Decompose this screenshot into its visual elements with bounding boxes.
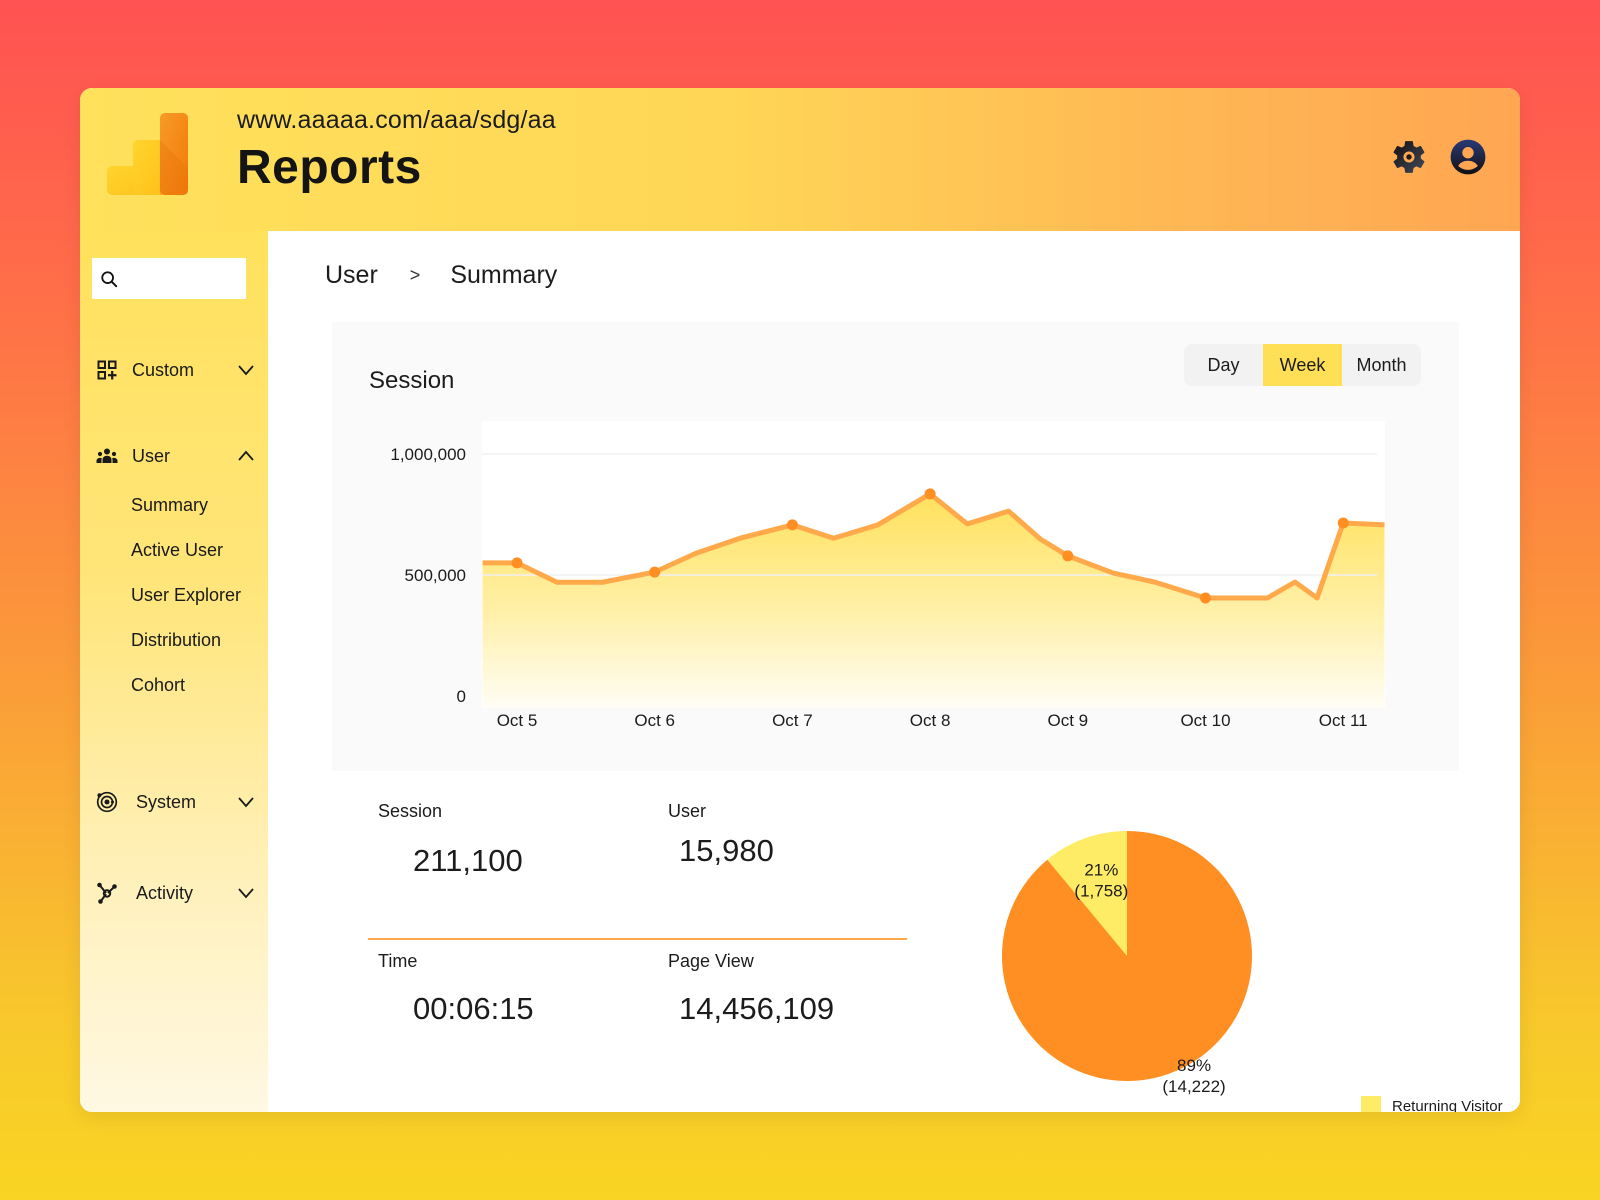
chevron-down-icon[interactable] xyxy=(236,792,256,812)
sidebar-item-label: Activity xyxy=(136,882,194,903)
page-url: www.aaaaa.com/aaa/sdg/aa xyxy=(237,106,556,134)
sidebar-subitem-user-explorer[interactable]: User Explorer xyxy=(131,585,241,606)
chevron-down-icon[interactable] xyxy=(236,360,256,380)
search-input[interactable] xyxy=(124,270,234,287)
reports-window: www.aaaaa.com/aaa/sdg/aa Reports Custom … xyxy=(80,88,1520,1112)
sidebar: Custom User Summary Active User User Exp… xyxy=(80,231,268,1112)
stats-divider xyxy=(368,938,907,940)
chevron-up-icon[interactable] xyxy=(236,446,256,466)
sidebar-subitem-summary[interactable]: Summary xyxy=(131,495,208,516)
sidebar-subitem-cohort[interactable]: Cohort xyxy=(131,675,185,696)
legend-swatch xyxy=(1361,1096,1381,1112)
legend-label: Returning Visitor xyxy=(1392,1097,1503,1113)
data-point xyxy=(1337,517,1349,529)
y-tick-label: 1,000,000 xyxy=(390,445,466,464)
settings-gear-icon[interactable] xyxy=(1390,138,1428,176)
y-tick-label: 500,000 xyxy=(405,566,466,585)
stat-time-value: 00:06:15 xyxy=(413,991,534,1026)
data-point xyxy=(1200,592,1211,604)
pie-value-label: (14,222) xyxy=(1162,1077,1225,1096)
data-point xyxy=(511,557,523,569)
stat-user-value: 15,980 xyxy=(679,833,774,868)
group-icon xyxy=(96,445,118,467)
x-tick-label: Oct 11 xyxy=(1319,711,1368,730)
stat-pageview-value: 14,456,109 xyxy=(679,991,835,1026)
search-icon xyxy=(101,270,118,287)
orbit-target-icon xyxy=(96,791,118,813)
x-tick-label: Oct 10 xyxy=(1180,711,1230,730)
sidebar-item-custom[interactable]: Custom xyxy=(96,355,256,385)
breadcrumb-separator: > xyxy=(409,265,421,285)
pie-slice-new xyxy=(1002,831,1253,1081)
x-tick-label: Oct 6 xyxy=(634,711,675,730)
stat-time-label: Time xyxy=(378,951,418,971)
x-tick-label: Oct 5 xyxy=(497,711,538,730)
pie-percent-label: 21% xyxy=(1084,861,1118,880)
sidebar-item-activity[interactable]: Activity xyxy=(96,878,256,908)
main-content: User > Summary Session Day Week Month 05… xyxy=(268,231,1520,1112)
sidebar-subitem-distribution[interactable]: Distribution xyxy=(131,630,221,651)
stat-pageview-label: Page View xyxy=(668,951,754,971)
stat-session-value: 211,100 xyxy=(413,843,523,878)
network-nodes-icon xyxy=(96,882,118,904)
breadcrumb: User > Summary xyxy=(325,261,557,290)
pie-slice-returning xyxy=(1047,831,1127,956)
pie-value-label: (1,758) xyxy=(1074,882,1128,901)
sidebar-item-system[interactable]: System xyxy=(96,787,256,817)
analytics-logo-icon xyxy=(107,113,188,195)
sidebar-item-label: Custom xyxy=(132,359,195,380)
dashboard-add-icon xyxy=(96,359,118,381)
header-bar: www.aaaaa.com/aaa/sdg/aa Reports xyxy=(80,88,1520,231)
page-title: Reports xyxy=(237,141,422,194)
stat-user-label: User xyxy=(668,801,707,821)
search-box[interactable] xyxy=(92,258,246,299)
stat-session-label: Session xyxy=(378,801,443,821)
account-avatar-icon[interactable] xyxy=(1449,138,1487,176)
session-area-chart: 0 500,000 1,000,000 Oct 5 Oct 6 Oct 7 Oct 8 Oct… xyxy=(390,421,1385,730)
sidebar-item-user[interactable]: User xyxy=(96,441,256,471)
data-point xyxy=(924,488,936,500)
sidebar-subitem-active-user[interactable]: Active User xyxy=(131,540,223,561)
x-tick-label: Oct 8 xyxy=(910,711,951,730)
chevron-down-icon[interactable] xyxy=(236,883,256,903)
x-tick-label: Oct 9 xyxy=(1047,711,1088,730)
legend-item-returning: Returning Visitor xyxy=(1361,1096,1503,1112)
data-point xyxy=(1062,550,1074,562)
pie-percent-label: 89% xyxy=(1177,1056,1211,1075)
breadcrumb-summary: Summary xyxy=(450,261,558,289)
data-point xyxy=(786,519,798,531)
session-chart-panel: Session Day Week Month 0 500,000 1,000,000… xyxy=(332,322,1459,771)
sidebar-item-label: User xyxy=(132,445,171,466)
sidebar-item-label: System xyxy=(136,791,197,812)
x-tick-label: Oct 7 xyxy=(772,711,813,730)
data-point xyxy=(649,566,661,578)
breadcrumb-user[interactable]: User xyxy=(325,261,378,290)
y-tick-label: 0 xyxy=(457,687,466,706)
